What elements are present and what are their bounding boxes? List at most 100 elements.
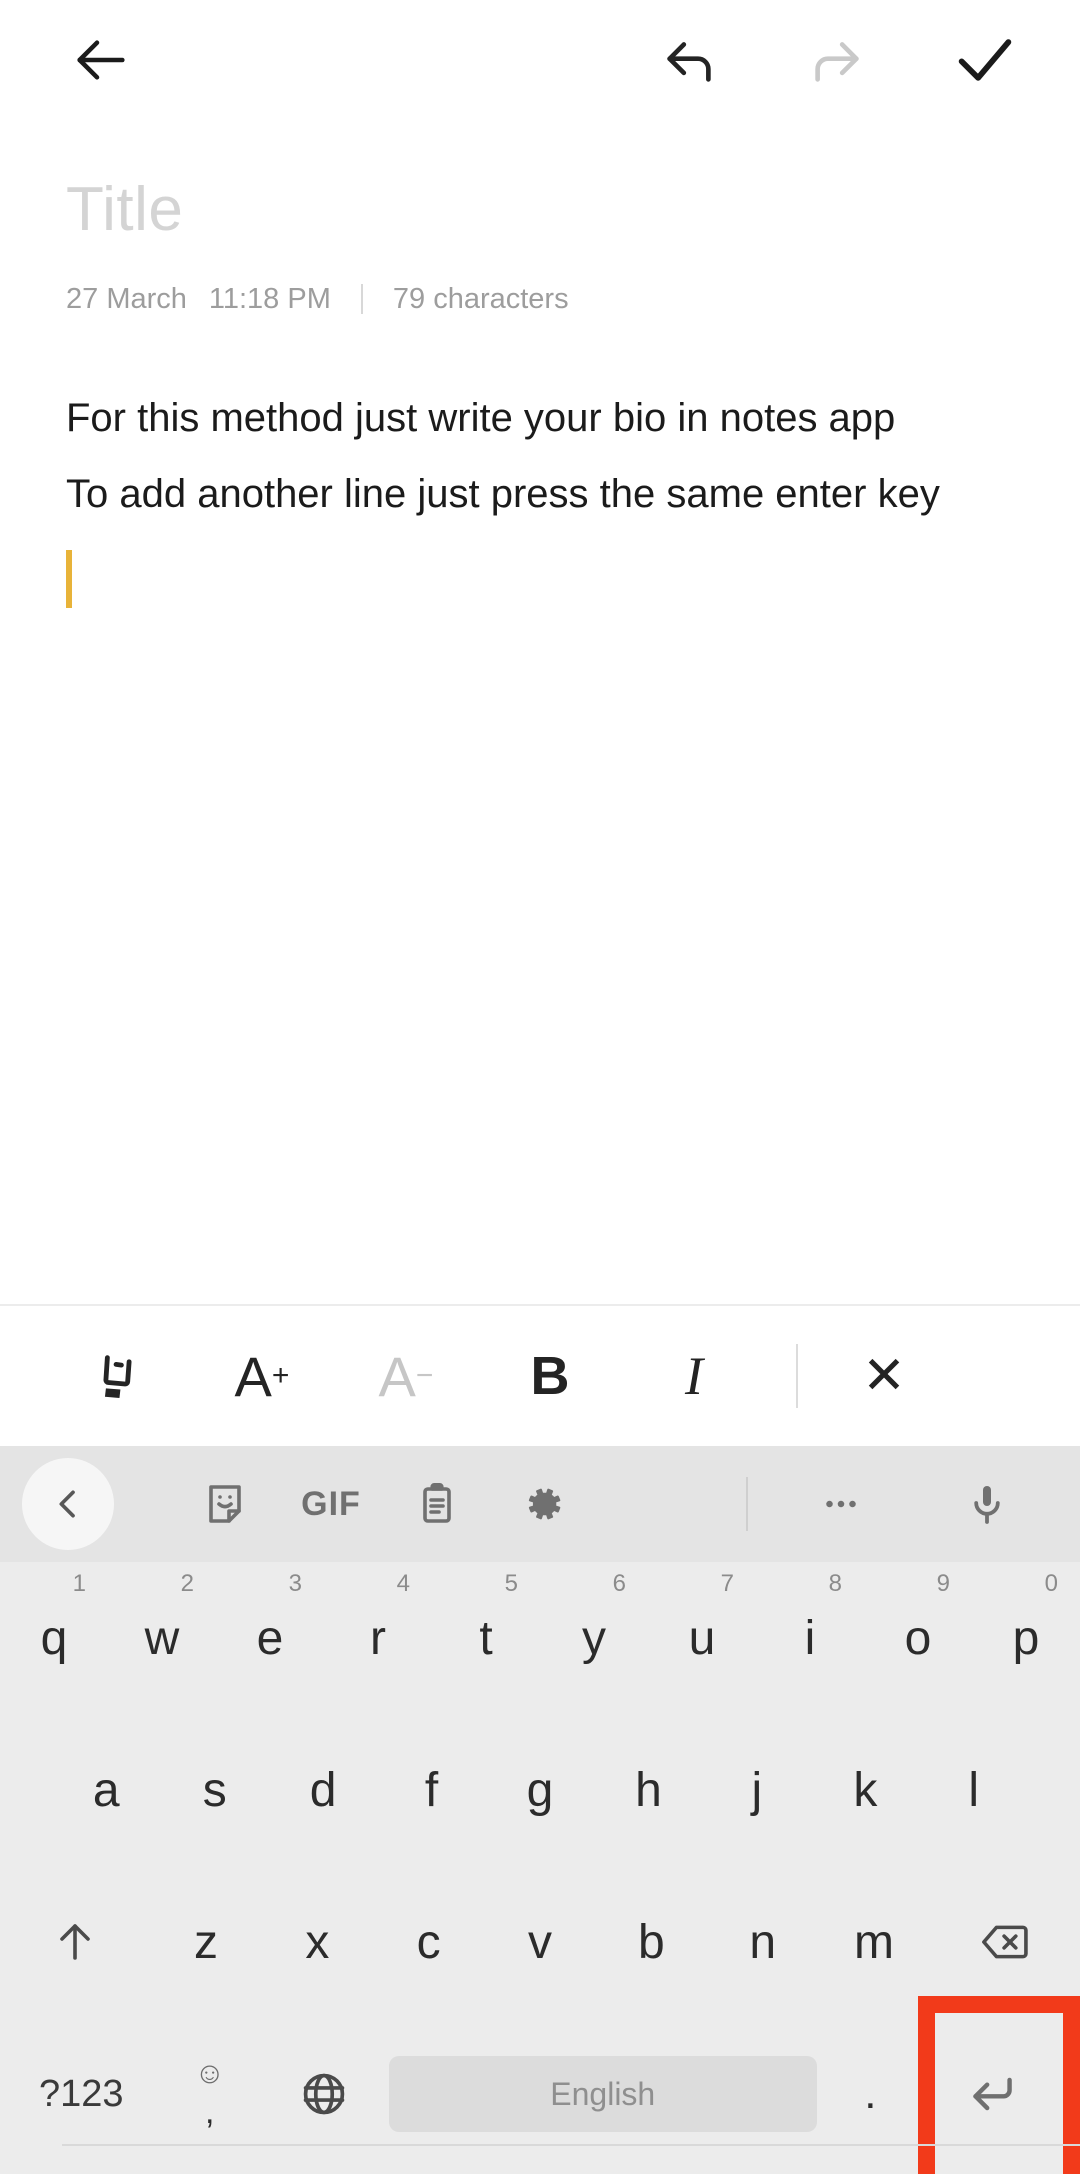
close-formatting-button[interactable]: ✕ bbox=[828, 1320, 940, 1432]
app-bar-left bbox=[62, 21, 140, 99]
key-l[interactable]: l bbox=[920, 1714, 1028, 1866]
key-number: 0 bbox=[1044, 1570, 1058, 1597]
key-label: p bbox=[1012, 1611, 1040, 1665]
key-number: 1 bbox=[72, 1570, 86, 1597]
more-options-button[interactable] bbox=[788, 1458, 894, 1550]
back-button[interactable] bbox=[62, 21, 140, 99]
keyboard-row-3: z x c v b n m bbox=[0, 1866, 1080, 2018]
emoji-comma-key[interactable]: ☺ , bbox=[153, 2018, 267, 2170]
backspace-icon bbox=[981, 1925, 1028, 1959]
clipboard-button[interactable] bbox=[384, 1458, 490, 1550]
enter-key[interactable] bbox=[916, 1996, 1080, 2174]
key-r[interactable]: 4 r bbox=[324, 1562, 432, 1714]
enter-arrow-icon bbox=[973, 2077, 1012, 2111]
highlighter-button[interactable] bbox=[62, 1320, 174, 1432]
globe-icon bbox=[303, 2073, 345, 2115]
text-cursor bbox=[66, 550, 72, 608]
key-number: 8 bbox=[828, 1570, 842, 1597]
key-s[interactable]: s bbox=[160, 1714, 268, 1866]
key-number: 4 bbox=[396, 1570, 410, 1597]
highlighter-icon bbox=[103, 1355, 132, 1398]
sticker-button[interactable] bbox=[172, 1458, 278, 1550]
emoji-icon: ☺ bbox=[194, 2057, 225, 2090]
app-bar bbox=[0, 0, 1080, 120]
key-c[interactable]: c bbox=[373, 1866, 484, 2018]
note-title-input[interactable]: Title bbox=[0, 172, 1080, 248]
key-number: 9 bbox=[936, 1570, 950, 1597]
key-number: 5 bbox=[504, 1570, 518, 1597]
note-caret-row bbox=[66, 548, 1014, 610]
note-date: 27 March bbox=[66, 283, 187, 315]
key-v[interactable]: v bbox=[484, 1866, 595, 2018]
key-t[interactable]: 5 t bbox=[432, 1562, 540, 1714]
character-count: 79 characters bbox=[392, 283, 569, 315]
key-z[interactable]: z bbox=[150, 1866, 261, 2018]
undo-button[interactable] bbox=[650, 21, 728, 99]
key-label: e bbox=[256, 1611, 284, 1665]
key-f[interactable]: f bbox=[377, 1714, 485, 1866]
keyboard-expand-button[interactable] bbox=[22, 1458, 114, 1550]
note-body-input[interactable]: For this method just write your bio in n… bbox=[0, 380, 1080, 1304]
key-label: r bbox=[370, 1611, 386, 1665]
key-k[interactable]: k bbox=[811, 1714, 919, 1866]
keyboard-settings-button[interactable] bbox=[490, 1458, 596, 1550]
note-metadata: 27 March 11:18 PM 79 characters bbox=[0, 282, 1080, 316]
key-p[interactable]: 0 p bbox=[972, 1562, 1080, 1714]
keyboard-bottom-divider bbox=[62, 2144, 1080, 2146]
key-label: w bbox=[144, 1611, 180, 1665]
bold-button[interactable]: B bbox=[494, 1320, 606, 1432]
period-key[interactable]: . bbox=[825, 2018, 916, 2170]
keyboard-row-4: ?123 ☺ , English . bbox=[0, 1996, 1080, 2174]
gear-icon bbox=[528, 1488, 561, 1520]
keyboard-toolbar: GIF bbox=[0, 1446, 1080, 1562]
symbols-key[interactable]: ?123 bbox=[10, 2018, 153, 2170]
italic-button[interactable]: I bbox=[638, 1320, 750, 1432]
key-u[interactable]: 7 u bbox=[648, 1562, 756, 1714]
formatting-toolbar: A + A − B I ✕ bbox=[0, 1304, 1080, 1446]
decrease-font-sup: − bbox=[415, 1359, 434, 1392]
key-x[interactable]: x bbox=[262, 1866, 373, 2018]
chevron-left-icon bbox=[59, 1490, 75, 1518]
comma-label: , bbox=[204, 2093, 215, 2131]
keyboard-toolbar-divider bbox=[746, 1477, 748, 1531]
decrease-font-letter: A bbox=[378, 1344, 416, 1408]
voice-input-button[interactable] bbox=[934, 1458, 1040, 1550]
soft-keyboard: GIF 1 q 2 w 3 e 4 r 5 t 6 y 7 u 8 i 9 o … bbox=[0, 1446, 1080, 2174]
clipboard-icon bbox=[423, 1483, 451, 1523]
key-i[interactable]: 8 i bbox=[756, 1562, 864, 1714]
keyboard-row-2: a s d f g h j k l bbox=[0, 1714, 1080, 1866]
key-b[interactable]: b bbox=[596, 1866, 707, 2018]
keyboard-row-1: 1 q 2 w 3 e 4 r 5 t 6 y 7 u 8 i 9 o 0 p bbox=[0, 1562, 1080, 1714]
note-body-line: For this method just write your bio in n… bbox=[66, 396, 896, 440]
key-n[interactable]: n bbox=[707, 1866, 818, 2018]
sticker-icon bbox=[209, 1485, 241, 1523]
undo-icon bbox=[667, 42, 711, 82]
decrease-font-size-button[interactable]: A − bbox=[350, 1320, 462, 1432]
gif-button[interactable]: GIF bbox=[278, 1458, 384, 1550]
key-j[interactable]: j bbox=[703, 1714, 811, 1866]
increase-font-size-button[interactable]: A + bbox=[206, 1320, 318, 1432]
redo-button[interactable] bbox=[798, 21, 876, 99]
key-y[interactable]: 6 y bbox=[540, 1562, 648, 1714]
key-e[interactable]: 3 e bbox=[216, 1562, 324, 1714]
increase-font-letter: A bbox=[234, 1344, 272, 1408]
key-h[interactable]: h bbox=[594, 1714, 702, 1866]
key-g[interactable]: g bbox=[486, 1714, 594, 1866]
language-switch-key[interactable] bbox=[267, 2018, 381, 2170]
key-label: q bbox=[40, 1611, 68, 1665]
backspace-key[interactable] bbox=[930, 1866, 1080, 2018]
save-done-button[interactable] bbox=[946, 21, 1024, 99]
key-d[interactable]: d bbox=[269, 1714, 377, 1866]
key-o[interactable]: 9 o bbox=[864, 1562, 972, 1714]
app-bar-actions bbox=[650, 21, 1042, 99]
key-w[interactable]: 2 w bbox=[108, 1562, 216, 1714]
key-label: t bbox=[479, 1611, 493, 1665]
key-label: o bbox=[904, 1611, 932, 1665]
key-q[interactable]: 1 q bbox=[0, 1562, 108, 1714]
space-key[interactable]: English bbox=[381, 2018, 825, 2170]
key-m[interactable]: m bbox=[818, 1866, 929, 2018]
key-number: 7 bbox=[720, 1570, 734, 1597]
key-label: i bbox=[804, 1611, 816, 1665]
shift-key[interactable] bbox=[0, 1866, 150, 2018]
key-a[interactable]: a bbox=[52, 1714, 160, 1866]
